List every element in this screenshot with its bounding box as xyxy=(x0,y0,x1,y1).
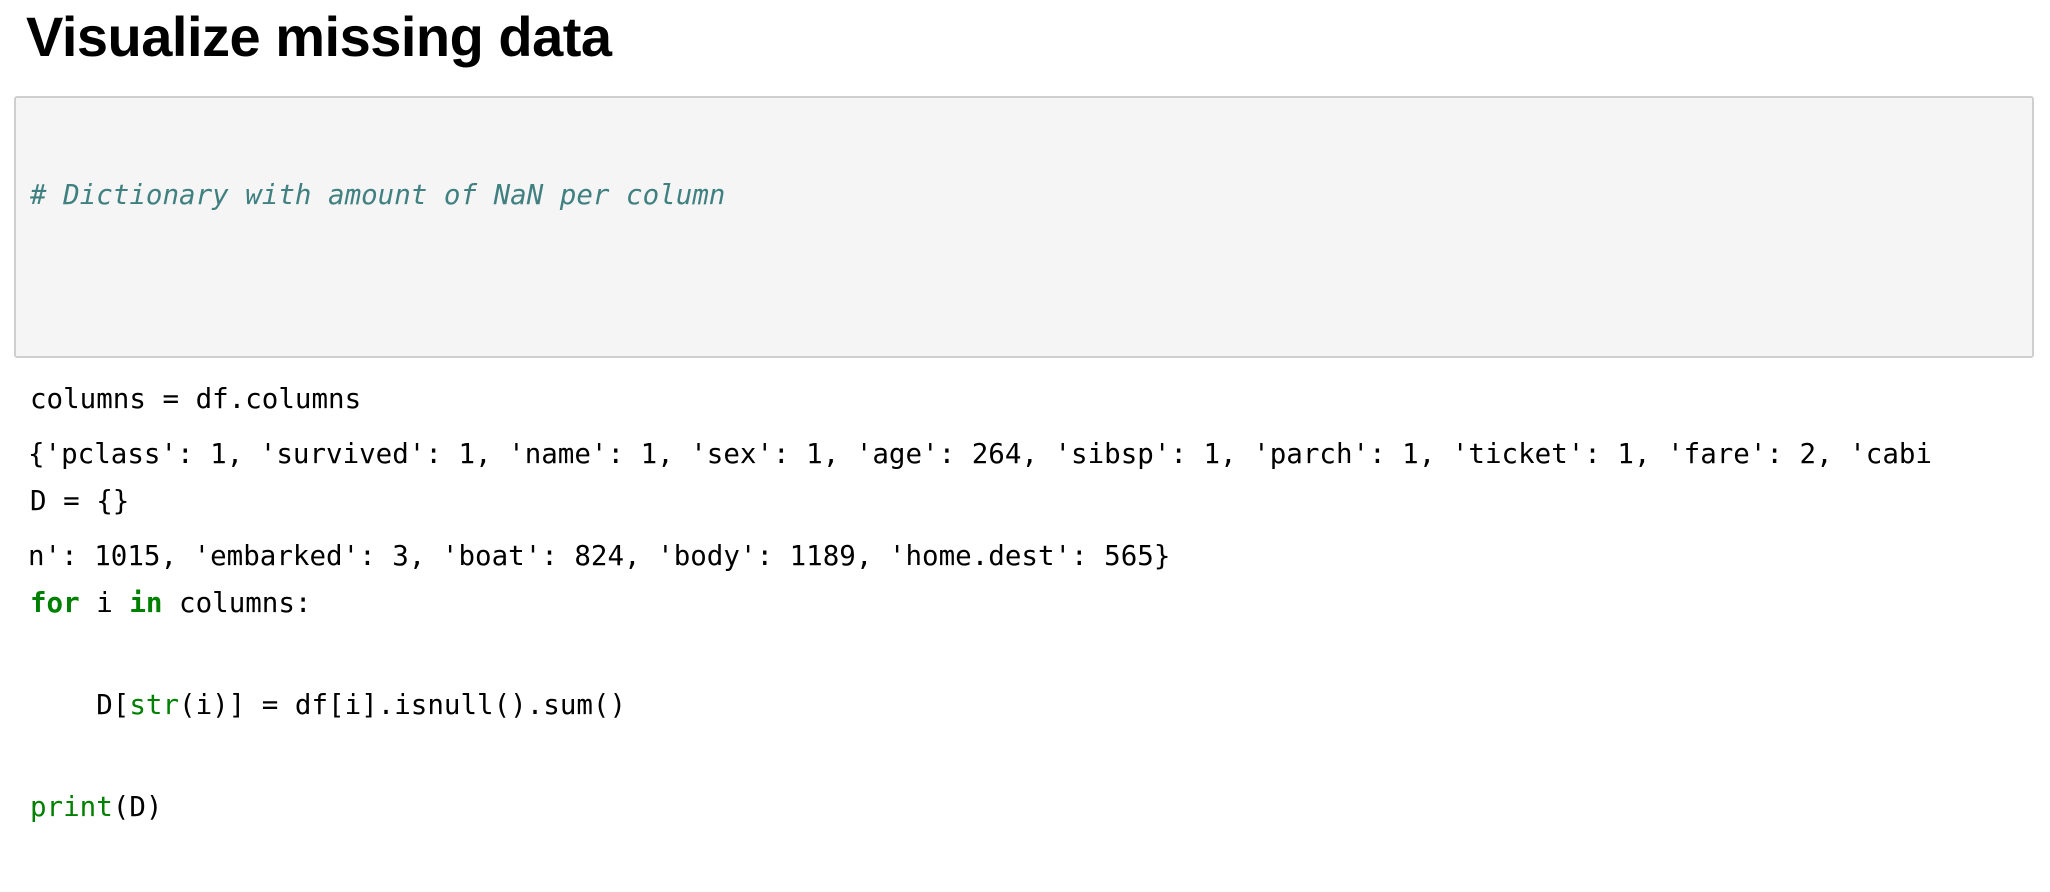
code-comment: # Dictionary with amount of NaN per colu… xyxy=(30,179,726,211)
code-text: D[ xyxy=(30,689,130,721)
section-heading: Visualize missing data xyxy=(26,5,612,68)
code-text: (D) xyxy=(112,791,163,823)
cell-output: {'pclass': 1, 'survived': 1, 'name': 1, … xyxy=(28,369,1932,607)
output-line-2: n': 1015, 'embarked': 3, 'boat': 824, 'b… xyxy=(28,540,1171,572)
code-cell[interactable]: # Dictionary with amount of NaN per colu… xyxy=(14,96,2034,823)
output-line-1: {'pclass': 1, 'survived': 1, 'name': 1, … xyxy=(28,438,1932,470)
code-line-comment: # Dictionary with amount of NaN per colu… xyxy=(30,178,725,212)
builtin-print: print xyxy=(30,791,113,823)
code-line-print: print(D) xyxy=(30,790,725,824)
code-text: (i)] = df[i].isnull().sum() xyxy=(179,689,627,721)
code-line-loop-body: D[str(i)] = df[i].isnull().sum() xyxy=(30,688,725,722)
builtin-str: str xyxy=(129,689,180,721)
